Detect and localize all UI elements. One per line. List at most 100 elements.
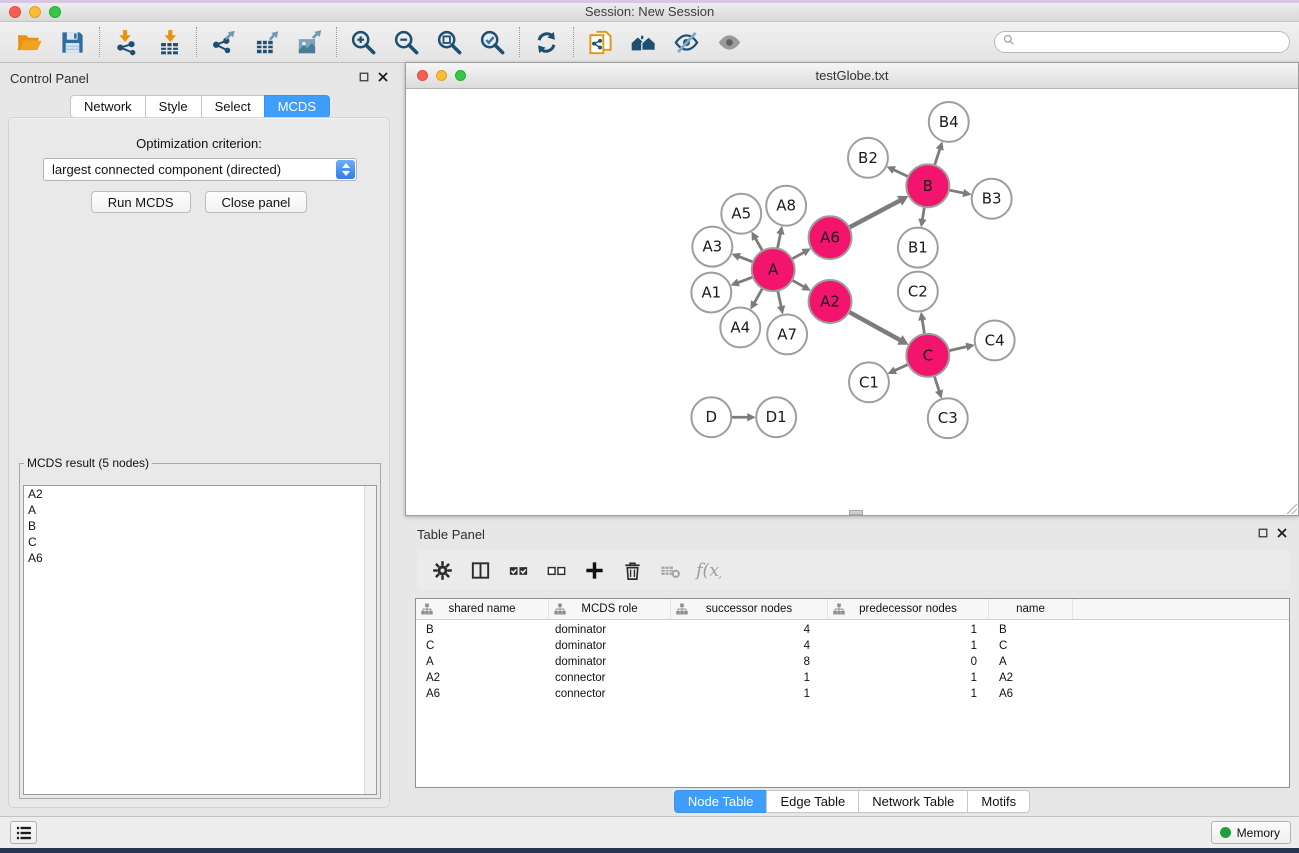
edge-A-A8[interactable] <box>776 226 784 248</box>
search-input[interactable] <box>1016 32 1289 52</box>
node-A6[interactable]: A6 <box>809 216 852 259</box>
float-control-panel-button[interactable] <box>358 71 371 84</box>
node-D[interactable]: D <box>691 397 731 437</box>
mcds-result-item[interactable]: C <box>24 534 376 550</box>
table-cell[interactable]: 1 <box>671 688 828 700</box>
table-cell[interactable]: 1 <box>828 624 989 636</box>
edge-A-A7[interactable] <box>777 291 785 314</box>
minimize-window-button[interactable] <box>29 6 41 18</box>
select-all-button[interactable] <box>499 553 537 587</box>
unselect-all-button[interactable] <box>537 553 575 587</box>
table-cell[interactable]: 0 <box>828 656 989 668</box>
float-table-panel-button[interactable] <box>1257 527 1270 540</box>
edge-A-A1[interactable] <box>731 277 753 286</box>
gear-button[interactable] <box>423 553 461 587</box>
table-cell[interactable]: B <box>416 624 549 636</box>
network-close-button[interactable] <box>417 70 428 81</box>
edge-A-A5[interactable] <box>751 231 762 250</box>
app-titlebar[interactable]: Session: New Session <box>0 3 1299 22</box>
table-cell[interactable]: 1 <box>828 640 989 652</box>
run-mcds-button[interactable]: Run MCDS <box>91 191 191 213</box>
table-cell[interactable]: dominator <box>549 624 671 636</box>
edge-A6-B[interactable] <box>849 196 908 227</box>
table-row[interactable]: Adominator80A <box>416 654 1289 670</box>
copy-document-button[interactable] <box>579 24 622 60</box>
node-A7[interactable]: A7 <box>767 314 807 354</box>
node-A1[interactable]: A1 <box>691 273 731 313</box>
edge-B-B2[interactable] <box>886 166 907 176</box>
network-graph[interactable]: B4B2BB3A5A8A6A3AB1A1C2A2A4A7C4CC1C3DD1 <box>406 89 1298 515</box>
table-cell[interactable]: A6 <box>989 688 1073 700</box>
column-header-name[interactable]: name <box>989 599 1073 619</box>
tab-network[interactable]: Network <box>70 95 146 118</box>
save-session-button[interactable] <box>51 24 94 60</box>
table-cell[interactable]: 1 <box>828 672 989 684</box>
table-cell[interactable]: C <box>416 640 549 652</box>
export-image-button[interactable] <box>288 24 331 60</box>
table-row[interactable]: Bdominator41B <box>416 622 1289 638</box>
horizontal-scrollbar-thumb[interactable] <box>849 510 863 515</box>
table-cell[interactable]: 1 <box>828 688 989 700</box>
mcds-result-list[interactable]: A2ABCA6 <box>23 485 377 795</box>
tab-style[interactable]: Style <box>145 95 202 118</box>
table-cell[interactable]: 4 <box>671 624 828 636</box>
mcds-result-item[interactable]: A <box>24 502 376 518</box>
table-row[interactable]: Cdominator41C <box>416 638 1289 654</box>
close-panel-button[interactable]: Close panel <box>205 191 308 213</box>
close-control-panel-button[interactable] <box>377 71 390 84</box>
tab-node-table[interactable]: Node Table <box>674 790 768 813</box>
edge-B-B4[interactable] <box>935 141 944 165</box>
column-layout-button[interactable] <box>461 553 499 587</box>
table-cell[interactable]: dominator <box>549 640 671 652</box>
node-B1[interactable]: B1 <box>898 228 938 268</box>
welcome-screen-button[interactable] <box>622 24 665 60</box>
show-graphics-details-button[interactable] <box>708 24 751 60</box>
zoom-fit-button[interactable] <box>428 24 471 60</box>
edge-A-A6[interactable] <box>792 248 811 258</box>
table-cell[interactable]: 8 <box>671 656 828 668</box>
tab-edge-table[interactable]: Edge Table <box>766 790 859 813</box>
network-canvas[interactable]: B4B2BB3A5A8A6A3AB1A1C2A2A4A7C4CC1C3DD1 <box>406 89 1298 515</box>
task-history-button[interactable] <box>10 821 37 844</box>
edge-C-C2[interactable] <box>918 312 926 334</box>
edge-A2-C[interactable] <box>849 312 908 345</box>
edge-C-C4[interactable] <box>949 343 974 351</box>
criterion-dropdown[interactable]: largest connected component (directed) <box>43 158 357 181</box>
column-header-MCDS-role[interactable]: MCDS role <box>549 599 671 619</box>
tab-network-table[interactable]: Network Table <box>858 790 968 813</box>
column-header-successor-nodes[interactable]: successor nodes <box>671 599 828 619</box>
search-box[interactable] <box>994 31 1290 53</box>
table-cell[interactable]: A <box>989 656 1073 668</box>
edge-A-A4[interactable] <box>750 289 762 310</box>
table-cell[interactable]: C <box>989 640 1073 652</box>
mcds-result-item[interactable]: A2 <box>24 486 376 502</box>
import-table-button[interactable] <box>148 24 191 60</box>
tab-select[interactable]: Select <box>201 95 265 118</box>
zoom-in-button[interactable] <box>342 24 385 60</box>
add-column-button[interactable] <box>575 553 613 587</box>
mcds-result-item[interactable]: A6 <box>24 550 376 566</box>
table-row[interactable]: A6connector11A6 <box>416 686 1289 702</box>
export-network-button[interactable] <box>202 24 245 60</box>
node-C4[interactable]: C4 <box>975 320 1015 360</box>
network-window-titlebar[interactable]: testGlobe.txt <box>406 63 1298 89</box>
hide-graphics-details-button[interactable] <box>665 24 708 60</box>
tab-motifs[interactable]: Motifs <box>967 790 1030 813</box>
network-minimize-button[interactable] <box>436 70 447 81</box>
tab-mcds[interactable]: MCDS <box>264 95 330 118</box>
import-network-button[interactable] <box>105 24 148 60</box>
node-B3[interactable]: B3 <box>972 179 1012 219</box>
result-scrollbar-track[interactable] <box>364 486 376 794</box>
mcds-result-item[interactable]: B <box>24 518 376 534</box>
node-A5[interactable]: A5 <box>721 194 761 234</box>
node-B[interactable]: B <box>906 164 949 207</box>
column-header-predecessor-nodes[interactable]: predecessor nodes <box>828 599 989 619</box>
zoom-out-button[interactable] <box>385 24 428 60</box>
open-file-button[interactable] <box>8 24 51 60</box>
edge-C-C1[interactable] <box>888 365 908 375</box>
edge-C-C3[interactable] <box>934 376 943 398</box>
export-table-button[interactable] <box>245 24 288 60</box>
node-B4[interactable]: B4 <box>929 102 969 142</box>
node-A4[interactable]: A4 <box>720 307 760 347</box>
table-cell[interactable]: A6 <box>416 688 549 700</box>
